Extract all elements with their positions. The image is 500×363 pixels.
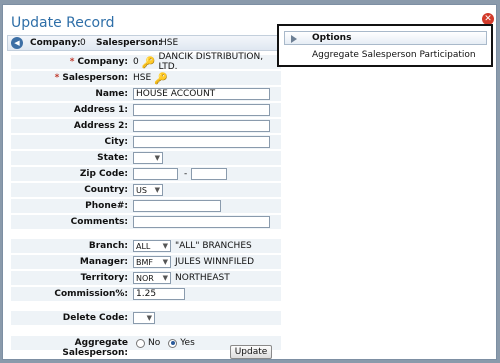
key-icon: 🔑 (141, 55, 156, 69)
zip-row: Zip Code: - (11, 167, 281, 181)
comments-label: Comments: (70, 217, 128, 227)
company-label: Company: (77, 57, 128, 67)
aggregate-no-label: No (148, 338, 161, 348)
manager-description: JULES WINNFILED (175, 257, 254, 267)
option-aggregate-participation[interactable]: Aggregate Salesperson Participation (312, 50, 476, 60)
territory-label: Territory: (80, 273, 128, 283)
options-title: Options (312, 33, 352, 43)
aggregate-label: Aggregate Salesperson: (62, 338, 128, 358)
comments-input[interactable] (133, 216, 270, 228)
country-row: Country: US ▼ (11, 183, 281, 197)
name-label: Name: (95, 89, 128, 99)
commission-row: Commission%: 1.25 (11, 287, 281, 301)
info-salesperson-value: HSE (160, 38, 179, 48)
city-label: City: (104, 137, 128, 147)
country-select[interactable]: US ▼ (133, 184, 163, 196)
country-label: Country: (84, 185, 128, 195)
phone-row: Phone#: (11, 199, 281, 213)
address1-row: Address 1: (11, 103, 281, 117)
territory-description: NORTHEAST (175, 273, 230, 283)
update-button[interactable]: Update (230, 345, 272, 359)
salesperson-label: Salesperson: (62, 73, 128, 83)
info-company-value: 0 (80, 38, 86, 48)
address2-label: Address 2: (73, 121, 128, 131)
play-icon (291, 35, 297, 43)
options-header[interactable]: Options (284, 31, 487, 45)
commission-label: Commission%: (54, 289, 128, 299)
info-company-label: Company: (30, 38, 81, 48)
salesperson-value: HSE (133, 73, 152, 83)
city-row: City: (11, 135, 281, 149)
branch-select[interactable]: ALL ▼ (133, 240, 171, 252)
address2-row: Address 2: (11, 119, 281, 133)
address1-input[interactable] (133, 104, 270, 116)
state-row: State: ▼ (11, 151, 281, 165)
chevron-down-icon: ▼ (162, 242, 168, 250)
name-row: Name: HOUSE ACCOUNT (11, 87, 281, 101)
name-input[interactable]: HOUSE ACCOUNT (133, 88, 270, 100)
branch-row: Branch: ALL ▼ "ALL" BRANCHES (11, 239, 281, 253)
address1-label: Address 1: (73, 105, 128, 115)
delete-code-label: Delete Code: (62, 313, 128, 323)
options-panel: Options Aggregate Salesperson Participat… (277, 24, 493, 67)
manager-row: Manager: BMF ▼ JULES WINNFILED (11, 255, 281, 269)
company-value: 0 (133, 57, 139, 67)
phone-label: Phone#: (85, 201, 128, 211)
required-icon: * (69, 57, 75, 67)
state-label: State: (97, 153, 128, 163)
company-row: * Company: 0 🔑 DANCIK DISTRIBUTION, LTD. (11, 52, 281, 72)
territory-row: Territory: NOR ▼ NORTHEAST (11, 271, 281, 285)
aggregate-yes-radio[interactable] (168, 338, 178, 348)
delete-code-row: Delete Code: ▼ (11, 311, 281, 325)
delete-code-select[interactable]: ▼ (133, 312, 155, 324)
salesperson-row: * Salesperson: HSE 🔑 (11, 71, 281, 85)
comments-row: Comments: (11, 215, 281, 229)
chevron-down-icon: ▼ (146, 314, 152, 322)
aggregate-yes-label: Yes (180, 338, 195, 348)
phone-input[interactable] (133, 200, 221, 212)
manager-select[interactable]: BMF ▼ (133, 256, 171, 268)
chevron-down-icon: ▼ (162, 274, 168, 282)
chevron-down-icon: ▼ (162, 258, 168, 266)
zip-ext-input[interactable] (191, 168, 228, 180)
branch-label: Branch: (88, 241, 128, 251)
key-icon: 🔑 (154, 71, 168, 85)
city-input[interactable] (133, 136, 270, 148)
company-description: DANCIK DISTRIBUTION, LTD. (158, 52, 264, 72)
territory-select[interactable]: NOR ▼ (133, 272, 171, 284)
branch-description: "ALL" BRANCHES (175, 241, 252, 251)
zip-label: Zip Code: (79, 169, 128, 179)
address2-input[interactable] (133, 120, 270, 132)
state-select[interactable]: ▼ (133, 152, 163, 164)
required-icon: * (54, 73, 60, 83)
zip-input[interactable] (133, 168, 178, 180)
commission-input[interactable]: 1.25 (133, 288, 185, 300)
aggregate-no-radio[interactable] (136, 338, 145, 348)
prev-record-icon[interactable]: ◀ (11, 37, 23, 49)
chevron-down-icon: ▼ (154, 186, 160, 194)
manager-label: Manager: (79, 257, 128, 267)
info-salesperson-label: Salesperson: (96, 38, 162, 48)
zip-separator: - (184, 169, 188, 179)
dialog-title: Update Record (11, 15, 115, 31)
chevron-down-icon: ▼ (154, 154, 160, 162)
